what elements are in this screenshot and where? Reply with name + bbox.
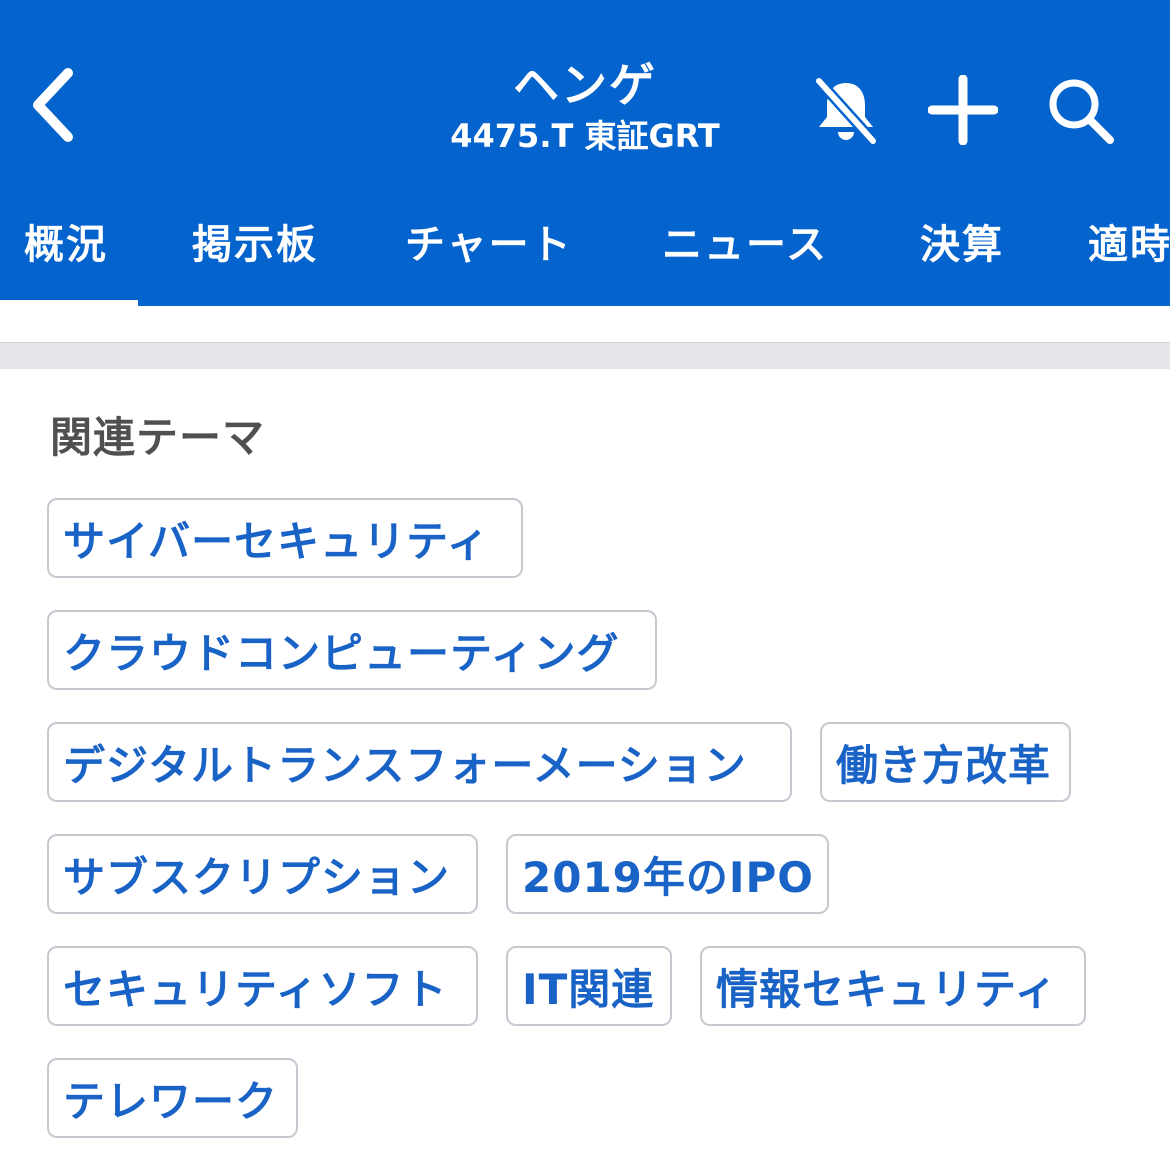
theme-tag[interactable]: 働き方改革 <box>820 722 1071 802</box>
active-tab-indicator <box>0 300 138 306</box>
tab-bar: 概況 掲示板 チャート ニュース 決算 適時 <box>0 190 1170 306</box>
theme-tag[interactable]: サイバーセキュリティ <box>47 498 523 578</box>
theme-tag[interactable]: テレワーク <box>47 1058 298 1138</box>
theme-tag[interactable]: デジタルトランスフォーメーション <box>47 722 792 802</box>
search-button[interactable] <box>1040 70 1120 150</box>
theme-tag[interactable]: IT関連 <box>506 946 672 1026</box>
theme-tag[interactable]: サブスクリプション <box>47 834 478 914</box>
stock-title: ヘンゲ 4475.T 東証GRT <box>385 58 785 156</box>
add-button[interactable] <box>923 70 1003 150</box>
tab-overview[interactable]: 概況 <box>24 212 108 270</box>
tab-news[interactable]: ニュース <box>662 212 828 270</box>
section-divider <box>0 342 1170 369</box>
chevron-left-icon <box>33 68 73 142</box>
theme-tag[interactable]: セキュリティソフト <box>47 946 478 1026</box>
back-button[interactable] <box>18 60 88 150</box>
theme-tag[interactable]: 2019年のIPO <box>506 834 829 914</box>
bell-slash-icon <box>813 75 879 147</box>
theme-tag[interactable]: クラウドコンピューティング <box>47 610 657 690</box>
ticker-code: 4475.T 東証GRT <box>450 117 720 155</box>
search-icon <box>1049 79 1114 144</box>
tab-chart[interactable]: チャート <box>405 212 573 270</box>
theme-tag[interactable]: 情報セキュリティ <box>700 946 1086 1026</box>
tab-disclosure[interactable]: 適時 <box>1088 212 1170 270</box>
company-name: ヘンゲ <box>513 58 657 112</box>
tab-earnings[interactable]: 決算 <box>920 212 1004 270</box>
tab-board[interactable]: 掲示板 <box>192 212 318 270</box>
notification-toggle-button[interactable] <box>806 70 886 150</box>
app-header: ヘンゲ 4475.T 東証GRT 概況 掲示板 チャート ニュース 決算 適時 <box>0 0 1170 306</box>
plus-icon <box>928 75 998 145</box>
related-themes-title: 関連テーマ <box>50 413 266 462</box>
